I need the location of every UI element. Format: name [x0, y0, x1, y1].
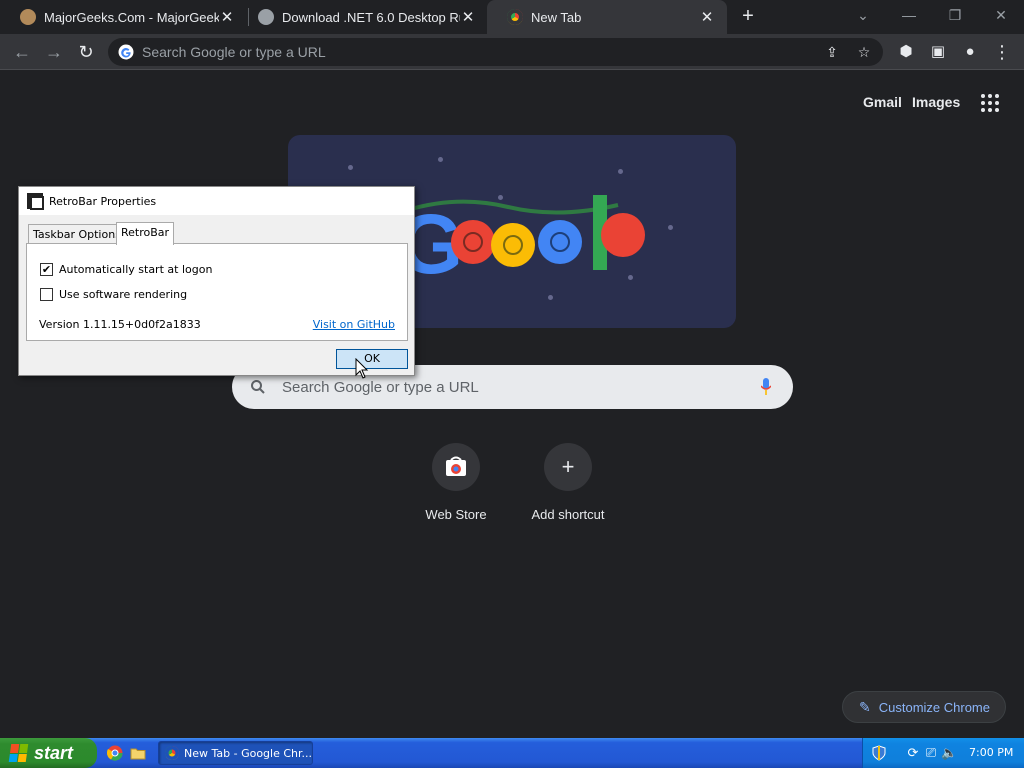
mouse-pointer-icon: [355, 358, 369, 379]
tab-strip: MajorGeeks.Com - MajorGeeks ✕ Download .…: [0, 0, 1024, 34]
bookmark-star-icon[interactable]: ☆: [856, 44, 872, 60]
google-g-icon: [118, 44, 134, 60]
customize-chrome-label: Customize Chrome: [878, 699, 990, 715]
dialog-title-bar[interactable]: RetroBar Properties: [19, 187, 414, 215]
close-tab-icon[interactable]: ✕: [699, 8, 715, 26]
chrome-menu-icon[interactable]: ⋮: [990, 40, 1014, 64]
chrome-favicon-icon: [507, 9, 523, 25]
tab-title: MajorGeeks.Com - MajorGeeks: [44, 9, 219, 25]
shortcut-label: Web Store: [425, 507, 487, 522]
system-tray: ⟳ ⎚ 🔈 7:00 PM: [862, 738, 1024, 768]
dialog-title: RetroBar Properties: [49, 194, 157, 208]
minimize-button[interactable]: —: [889, 3, 929, 27]
ok-button[interactable]: OK: [336, 349, 408, 369]
close-tab-icon[interactable]: ✕: [460, 8, 476, 26]
voice-search-mic-icon[interactable]: [761, 378, 771, 396]
forward-button[interactable]: →: [42, 40, 66, 64]
chrome-quicklaunch-icon[interactable]: [107, 745, 123, 761]
majorgeeks-favicon-icon: [20, 9, 36, 25]
tab-title: New Tab: [531, 9, 582, 25]
autostart-checkbox[interactable]: ✔: [40, 263, 53, 276]
browser-toolbar: ← → ↻ Search Google or type a URL ⇪ ☆ ⬢ …: [0, 34, 1024, 70]
autostart-label[interactable]: Automatically start at logon: [59, 263, 212, 276]
taskbar-button-chrome[interactable]: New Tab - Google Chr...: [158, 741, 313, 765]
share-icon[interactable]: ⇪: [824, 44, 840, 60]
taskbar-button-label: New Tab - Google Chr...: [184, 746, 313, 760]
extensions-icon[interactable]: ⬢: [894, 40, 918, 64]
search-icon: [251, 380, 265, 394]
volume-icon[interactable]: 🔈: [941, 745, 957, 761]
web-store-icon: [432, 443, 480, 491]
search-placeholder: Search Google or type a URL: [282, 378, 479, 396]
close-tab-icon[interactable]: ✕: [219, 8, 235, 26]
new-tab-button[interactable]: +: [736, 5, 760, 29]
software-rendering-checkbox[interactable]: [40, 288, 53, 301]
clock: 7:00 PM: [969, 746, 1014, 759]
gmail-link[interactable]: Gmail: [863, 94, 902, 110]
tab-majorgeeks[interactable]: MajorGeeks.Com - MajorGeeks ✕: [0, 0, 247, 34]
shortcut-label: Add shortcut: [531, 507, 605, 522]
omnibox-placeholder: Search Google or type a URL: [142, 44, 326, 60]
folder-quicklaunch-icon[interactable]: [130, 745, 146, 761]
retrobar-properties-dialog: RetroBar Properties Taskbar Options Retr…: [18, 186, 415, 376]
retrobar-tab-panel: ✔ Automatically start at logon Use softw…: [26, 243, 408, 341]
shortcut-web-store[interactable]: Web Store: [401, 443, 511, 522]
close-window-button[interactable]: ✕: [981, 3, 1021, 27]
chrome-icon: [165, 746, 179, 760]
side-panel-icon[interactable]: ▣: [926, 40, 950, 64]
omnibox[interactable]: Search Google or type a URL ⇪ ☆: [108, 38, 883, 66]
reload-button[interactable]: ↻: [74, 40, 98, 64]
tab-search-button[interactable]: ⌄: [843, 3, 883, 27]
version-text: Version 1.11.15+0d0f2a1833: [39, 318, 201, 331]
plus-icon: +: [544, 443, 592, 491]
security-shield-icon[interactable]: [871, 745, 887, 761]
visit-github-link[interactable]: Visit on GitHub: [313, 318, 395, 331]
images-link[interactable]: Images: [912, 94, 960, 110]
xp-taskbar: start New Tab - Google Chr... ⟳ ⎚ 🔈 7:00…: [0, 738, 1024, 768]
tab-dotnet[interactable]: Download .NET 6.0 Desktop Runt ✕: [238, 0, 488, 34]
back-button[interactable]: ←: [10, 40, 34, 64]
windows-flag-icon: [8, 744, 30, 762]
globe-icon: [258, 9, 274, 25]
software-rendering-label[interactable]: Use software rendering: [59, 288, 187, 301]
profile-avatar-icon[interactable]: ●: [958, 40, 982, 64]
start-label: start: [34, 742, 74, 763]
retrobar-app-icon: [27, 193, 44, 210]
customize-chrome-button[interactable]: ✎ Customize Chrome: [842, 691, 1006, 723]
tab-title: Download .NET 6.0 Desktop Runt: [282, 9, 460, 25]
google-apps-icon[interactable]: [981, 94, 999, 112]
tab-taskbar-options[interactable]: Taskbar Options: [28, 224, 126, 244]
pencil-icon: ✎: [859, 698, 871, 715]
tab-new-tab[interactable]: New Tab ✕: [487, 0, 727, 34]
network-icon[interactable]: ⎚: [923, 745, 939, 761]
shortcut-add[interactable]: + Add shortcut: [513, 443, 623, 522]
start-button[interactable]: start: [0, 738, 97, 768]
safely-remove-icon[interactable]: ⟳: [905, 745, 921, 761]
tab-retrobar[interactable]: RetroBar: [116, 222, 175, 245]
restore-button[interactable]: ❐: [935, 3, 975, 27]
